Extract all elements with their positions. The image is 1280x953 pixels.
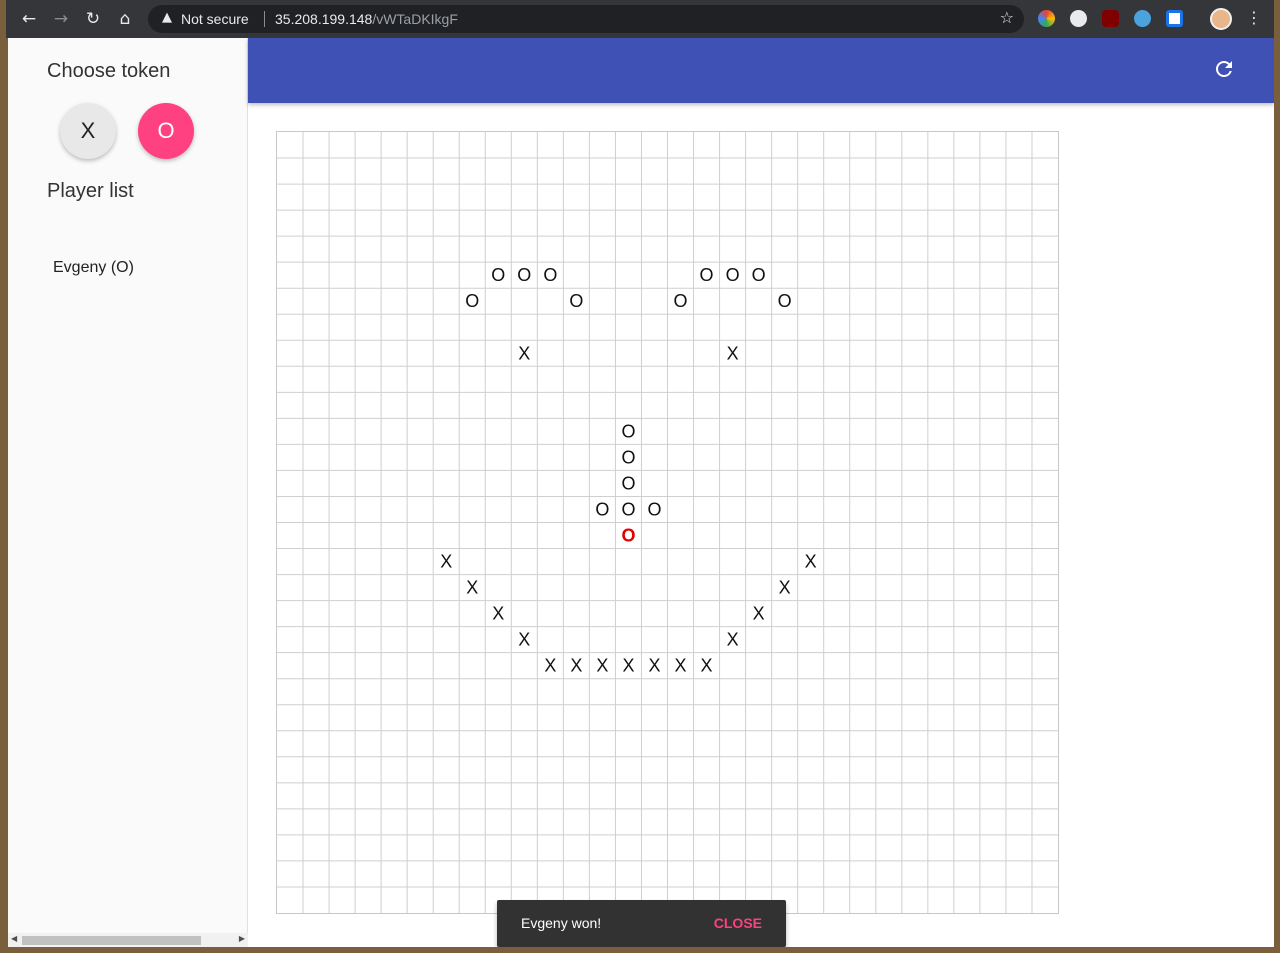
board-cell-x: X	[466, 578, 478, 598]
url-host: 35.208.199.148	[275, 11, 373, 27]
app-bar	[248, 38, 1274, 103]
board-cell-o: O	[726, 265, 740, 285]
game-board[interactable]: OOOOOOOOOOXXOOOOOOOXXXXXXXXXXXXXXX	[276, 131, 1059, 914]
token-o-button[interactable]: O	[138, 103, 194, 159]
snackbar-close-button[interactable]: CLOSE	[714, 915, 762, 931]
url-text: 35.208.199.148/vWTaDKIkgF	[275, 11, 458, 27]
address-bar[interactable]: ▲ Not secure 35.208.199.148/vWTaDKIkgF ☆	[148, 5, 1024, 33]
back-icon[interactable]: ←	[18, 8, 40, 30]
sidebar: Choose token X O Player list Evgeny (O) …	[8, 38, 248, 947]
reload-icon[interactable]: ↻	[82, 8, 104, 30]
scroll-right-icon[interactable]: ▶	[239, 934, 245, 943]
browser-toolbar: ← → ↻ ⌂ ▲ Not secure 35.208.199.148/vWTa…	[6, 0, 1274, 38]
board-cell-o: O	[621, 421, 635, 441]
board-cell-o: O	[595, 499, 609, 519]
board-cell-o: O	[621, 447, 635, 467]
page-viewport: Choose token X O Player list Evgeny (O) …	[8, 38, 1274, 947]
board-cell-x: X	[492, 604, 504, 624]
board-cell-x: X	[570, 656, 582, 676]
warning-icon: ▲	[162, 10, 172, 25]
extension-color-icon[interactable]	[1038, 10, 1055, 27]
profile-avatar[interactable]	[1210, 8, 1232, 30]
player-list-title: Player list	[47, 180, 134, 202]
browser-menu-icon[interactable]: ⋮	[1246, 8, 1262, 27]
snackbar: Evgeny won! CLOSE	[497, 900, 786, 947]
divider	[264, 11, 265, 27]
board-cell-x: X	[727, 343, 739, 363]
board-cell-x: X	[648, 656, 660, 676]
scroll-left-icon[interactable]: ◀	[11, 934, 17, 943]
board-cell-o: O	[465, 291, 479, 311]
board-cell-o: O	[621, 499, 635, 519]
board-grid[interactable]: O O O O O OO O O OX XOOOO O OOX XX XX XX XX X X X X X X	[277, 132, 1058, 913]
board-cell-x: X	[518, 343, 530, 363]
horizontal-scrollbar[interactable]: ◀ ▶	[8, 933, 248, 947]
scrollbar-thumb[interactable]	[22, 936, 201, 945]
forward-icon[interactable]: →	[50, 8, 72, 30]
board-cell-x: X	[622, 656, 634, 676]
board-cell-o: O	[491, 265, 505, 285]
board-cell-o: O	[621, 526, 635, 546]
extension-ublock-icon[interactable]	[1102, 10, 1119, 27]
board-cell-o: O	[621, 473, 635, 493]
board-cell-x: X	[701, 656, 713, 676]
board-cell-o: O	[778, 291, 792, 311]
board-cell-o: O	[752, 265, 766, 285]
board-cell-o: O	[674, 291, 688, 311]
player-list-item: Evgeny (O)	[53, 259, 134, 276]
board-cell-x: X	[675, 656, 687, 676]
snackbar-message: Evgeny won!	[521, 915, 602, 931]
board-cell-x: X	[779, 578, 791, 598]
extension-ghost-icon[interactable]	[1070, 10, 1087, 27]
refresh-icon[interactable]	[1212, 57, 1236, 81]
board-cell-x: X	[544, 656, 556, 676]
board-cell-x: X	[518, 630, 530, 650]
url-path: /vWTaDKIkgF	[372, 11, 458, 27]
bookmark-star-icon[interactable]: ☆	[1000, 8, 1014, 27]
extension-check-icon[interactable]	[1134, 10, 1151, 27]
window-frame: ← → ↻ ⌂ ▲ Not secure 35.208.199.148/vWTa…	[0, 0, 1280, 953]
home-icon[interactable]: ⌂	[114, 8, 136, 30]
board-cell-o: O	[517, 265, 531, 285]
board-cell-o: O	[543, 265, 557, 285]
board-cell-x: X	[440, 552, 452, 572]
board-cell-x: X	[727, 630, 739, 650]
board-cell-o: O	[569, 291, 583, 311]
board-cell-x: X	[805, 552, 817, 572]
board-cell-o: O	[700, 265, 714, 285]
board-cell-o: O	[647, 499, 661, 519]
board-cell-x: X	[753, 604, 765, 624]
board-cell-x: X	[596, 656, 608, 676]
token-x-button[interactable]: X	[60, 103, 116, 159]
security-label: Not secure	[181, 11, 249, 27]
extension-shield-icon[interactable]	[1166, 10, 1183, 27]
choose-token-title: Choose token	[47, 60, 171, 82]
